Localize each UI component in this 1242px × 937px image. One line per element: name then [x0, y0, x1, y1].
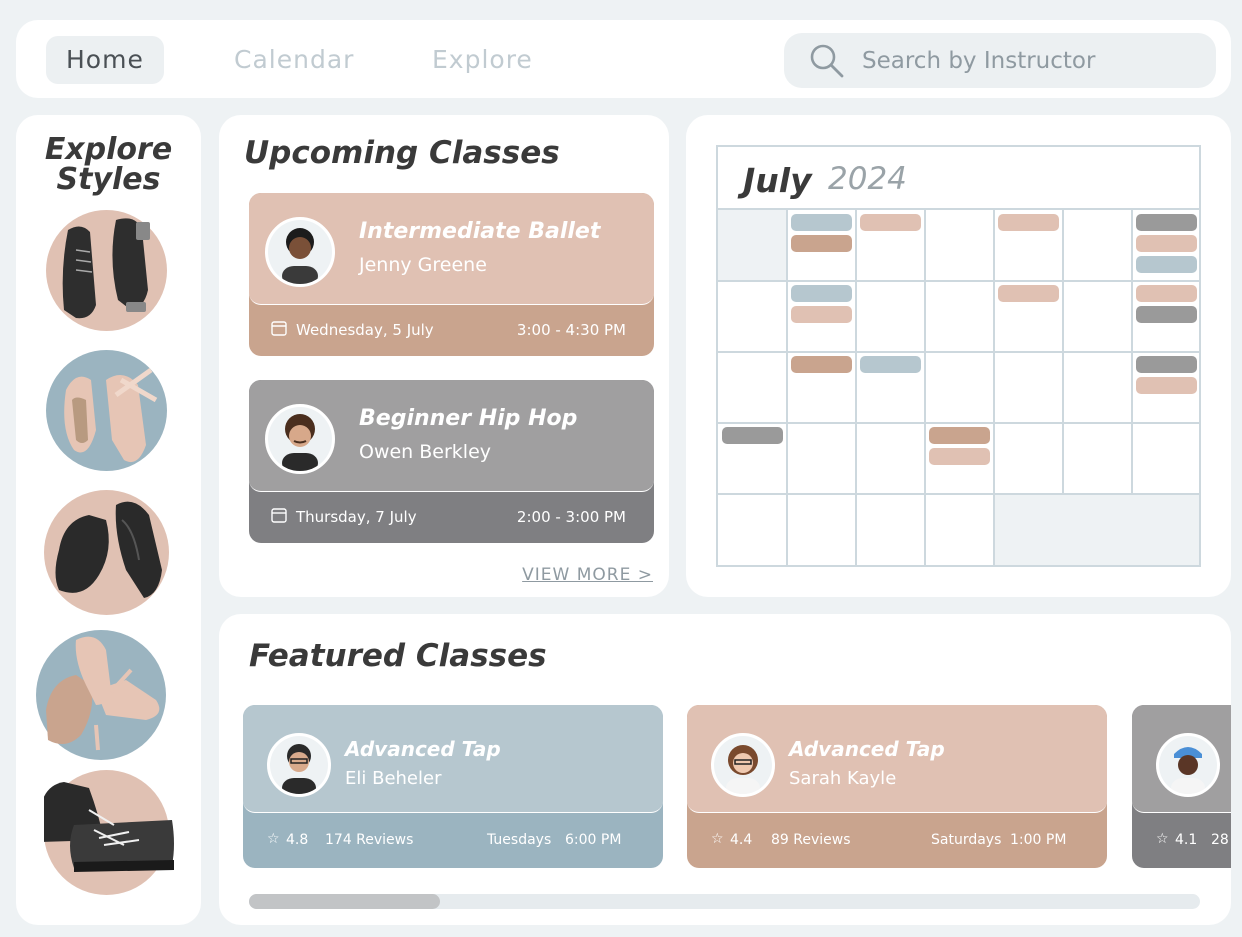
calendar-event	[929, 427, 990, 444]
calendar-event	[1136, 235, 1197, 252]
class-date: Wednesday, 5 July	[296, 321, 434, 339]
top-nav-bar: Home Calendar Explore	[16, 20, 1231, 98]
upcoming-class-card[interactable]: Intermediate Ballet Jenny Greene Wednesd…	[249, 193, 654, 356]
calendar-event	[998, 285, 1059, 302]
calendar-header: July 2024	[718, 147, 1199, 210]
calendar-event	[722, 427, 783, 444]
rating: 4.1	[1175, 832, 1198, 848]
class-time: 3:00 - 4:30 PM	[516, 321, 626, 339]
star-icon: ☆	[711, 831, 724, 847]
explore-styles-panel: Explore Styles	[16, 115, 201, 925]
jazz-shoes-icon	[55, 501, 162, 598]
horizontal-scrollbar[interactable]	[249, 894, 1200, 909]
featured-classes-title: Featured Classes	[249, 638, 547, 674]
style-ballet[interactable]	[46, 350, 167, 471]
calendar-event	[929, 448, 990, 465]
star-icon: ☆	[267, 831, 280, 847]
calendar-event	[791, 356, 852, 373]
rating: 4.4	[730, 832, 753, 848]
calendar-event	[1136, 256, 1197, 273]
search-input[interactable]	[862, 33, 1202, 88]
avatar	[1156, 733, 1220, 797]
calendar-grid	[718, 210, 1199, 565]
class-date: Thursday, 7 July	[296, 508, 417, 526]
review-count: 28	[1211, 832, 1229, 848]
calendar-event	[1136, 356, 1197, 373]
upcoming-classes-panel: Upcoming Classes Intermediate Ballet Jen…	[219, 115, 669, 597]
calendar-event	[860, 214, 921, 231]
style-jazz[interactable]	[44, 490, 169, 615]
search-bar[interactable]	[784, 33, 1216, 88]
avatar	[711, 733, 775, 797]
upcoming-classes-title: Upcoming Classes	[244, 135, 560, 171]
search-icon	[810, 44, 844, 78]
explore-styles-title: Explore Styles	[44, 132, 173, 197]
calendar-icon	[271, 321, 287, 336]
featured-class-card[interactable]: Advanced Tap Sarah Kayle ☆ 4.4 89 Review…	[687, 705, 1107, 868]
class-name: Advanced Tap	[789, 737, 945, 761]
star-icon: ☆	[1156, 831, 1169, 847]
upcoming-class-card[interactable]: Beginner Hip Hop Owen Berkley Thursday, …	[249, 380, 654, 543]
class-name: Beginner Hip Hop	[359, 406, 578, 431]
class-name: Intermediate Ballet	[359, 219, 601, 244]
tap-shoes-icon	[62, 218, 150, 319]
review-count: 174 Reviews	[325, 832, 414, 848]
instructor-name: Eli Beheler	[345, 768, 442, 789]
featured-classes-panel: Featured Classes Advanced Tap Eli Behele…	[219, 614, 1231, 925]
calendar-icon	[271, 508, 287, 523]
calendar-month: July	[743, 161, 812, 200]
avatar	[265, 404, 335, 474]
view-more-link[interactable]: VIEW MORE >	[522, 565, 653, 585]
class-name: Advanced Tap	[345, 737, 501, 761]
scrollbar-thumb[interactable]	[249, 894, 440, 909]
hiphop-sneakers-icon	[40, 782, 174, 872]
instructor-name: Jenny Greene	[359, 254, 487, 276]
instructor-name: Sarah Kayle	[789, 768, 897, 789]
style-tap[interactable]	[46, 210, 167, 331]
tab-calendar[interactable]: Calendar	[214, 36, 374, 84]
style-ballroom[interactable]	[36, 630, 166, 760]
review-count: 89 Reviews	[771, 832, 851, 848]
featured-class-card[interactable]: ☆ 4.1 28	[1132, 705, 1231, 868]
calendar-event	[791, 235, 852, 252]
featured-class-card[interactable]: Advanced Tap Eli Beheler ☆ 4.8 174 Revie…	[243, 705, 663, 868]
calendar-event	[1136, 214, 1197, 231]
calendar-event	[791, 214, 852, 231]
calendar-event	[791, 306, 852, 323]
rating: 4.8	[286, 832, 309, 848]
calendar-event	[791, 285, 852, 302]
avatar	[267, 733, 331, 797]
calendar-panel: July 2024	[686, 115, 1231, 597]
calendar-event	[1136, 285, 1197, 302]
class-time: 2:00 - 3:00 PM	[516, 508, 626, 526]
tab-home[interactable]: Home	[46, 36, 164, 84]
schedule-day: Tuesdays	[487, 832, 552, 848]
calendar-event	[998, 214, 1059, 231]
schedule-time: 6:00 PM	[565, 832, 622, 848]
calendar-year: 2024	[828, 161, 907, 197]
calendar-event	[1136, 306, 1197, 323]
tab-explore[interactable]: Explore	[412, 36, 553, 84]
avatar	[265, 217, 335, 287]
instructor-name: Owen Berkley	[359, 441, 492, 463]
schedule-day: Saturdays	[931, 832, 1002, 848]
ballet-pointe-shoes-icon	[64, 367, 158, 463]
month-calendar: July 2024	[716, 145, 1201, 567]
schedule-time: 1:00 PM	[1010, 832, 1067, 848]
calendar-event	[1136, 377, 1197, 394]
calendar-event	[860, 356, 921, 373]
ballroom-shoes-icon	[46, 636, 160, 751]
style-hiphop[interactable]	[40, 770, 174, 895]
